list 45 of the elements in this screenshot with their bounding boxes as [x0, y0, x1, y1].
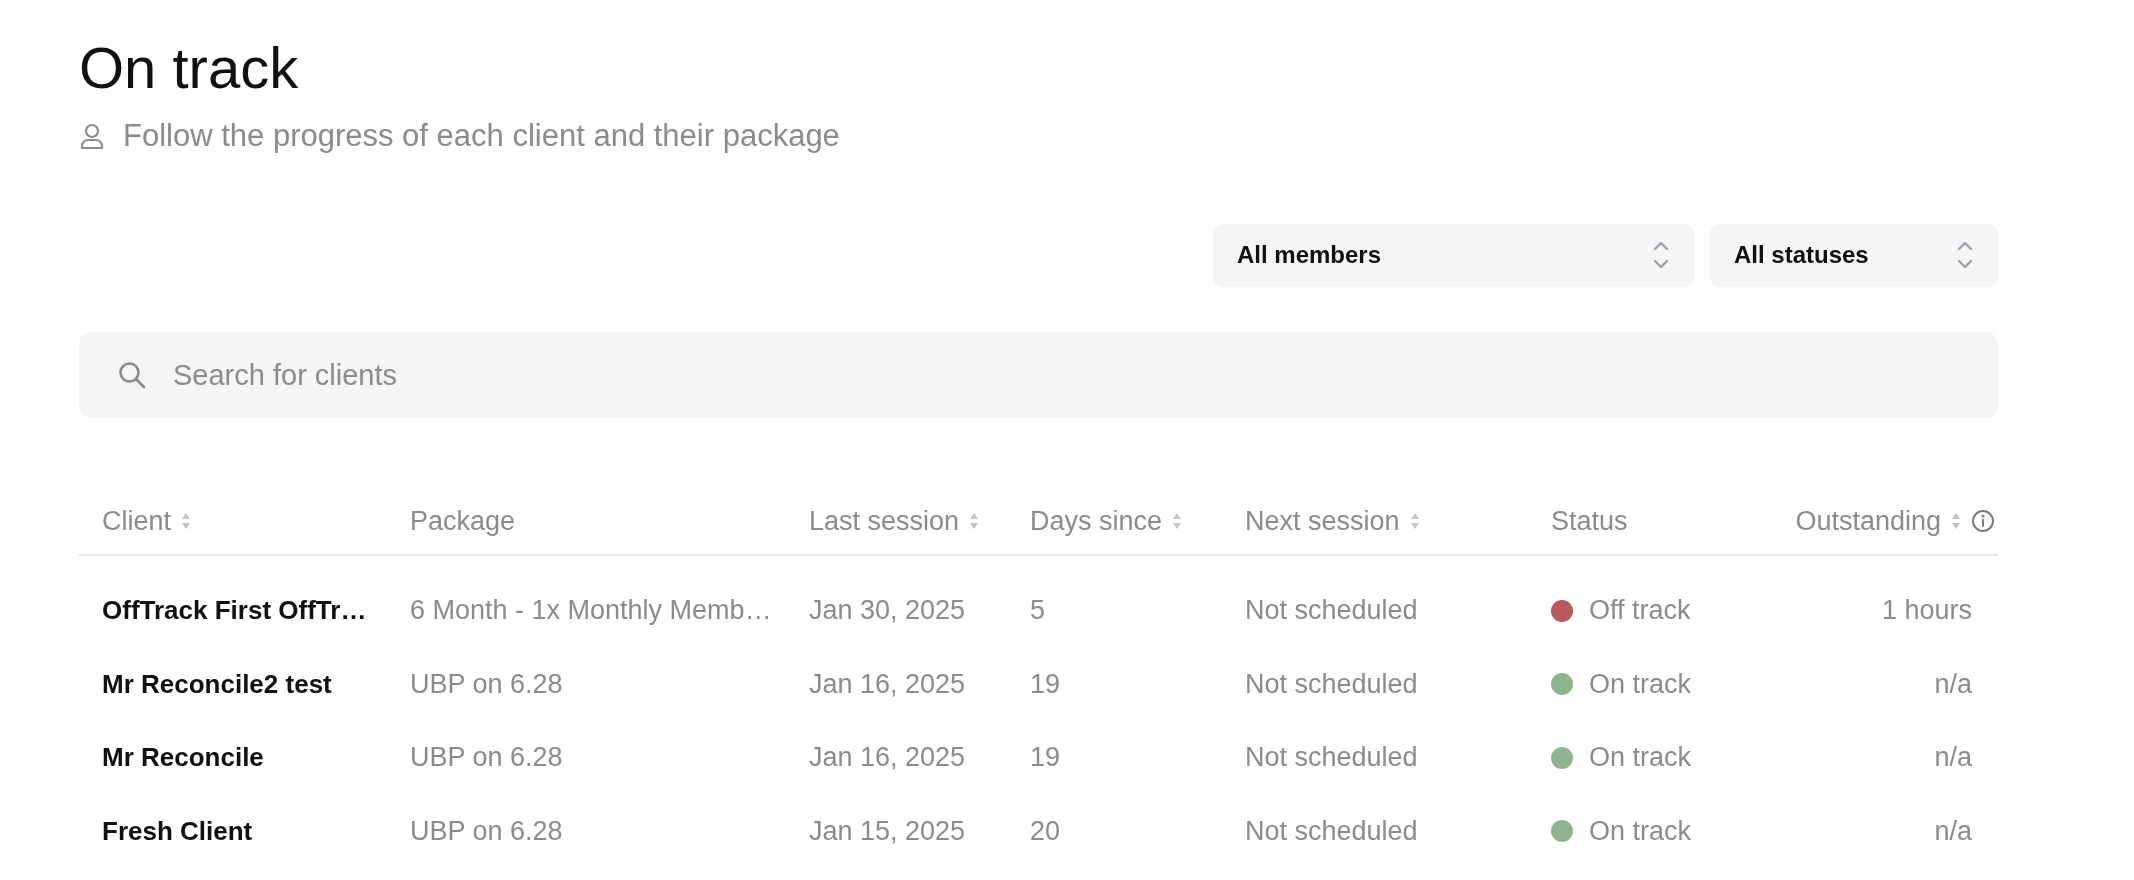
days-since: 5 — [1030, 595, 1046, 626]
last-session-date: Jan 15, 2025 — [809, 815, 966, 846]
sort-icon[interactable] — [1951, 512, 1961, 530]
sort-icon[interactable] — [969, 512, 980, 530]
next-session: Not scheduled — [1245, 742, 1418, 773]
outstanding-hours: n/a — [1934, 668, 1972, 699]
outstanding-hours: 1 hours — [1881, 595, 1972, 626]
last-session-date: Jan 30, 2025 — [809, 595, 966, 626]
package-name: 6 Month - 1x Monthly Memb… — [410, 595, 772, 626]
client-name[interactable]: OffTrack First OffTr… — [102, 595, 367, 626]
chevron-up-down-icon — [1956, 240, 1974, 270]
status-label: Off track — [1589, 595, 1691, 627]
sort-icon[interactable] — [1172, 512, 1183, 530]
days-since: 20 — [1030, 815, 1061, 846]
client-name[interactable]: Mr Reconcile2 test — [102, 668, 332, 699]
info-icon[interactable] — [1971, 509, 1995, 533]
search-field[interactable]: Search for clients — [79, 332, 1998, 418]
next-session: Not scheduled — [1245, 815, 1418, 846]
chevron-up-down-icon — [1652, 240, 1670, 270]
status-label: On track — [1589, 742, 1692, 774]
days-since: 19 — [1030, 742, 1061, 773]
page-title: On track — [79, 36, 300, 100]
client-name[interactable]: Mr Reconcile — [102, 742, 264, 773]
sort-icon[interactable] — [1409, 512, 1420, 530]
outstanding-hours: n/a — [1934, 815, 1972, 846]
sort-icon[interactable] — [181, 512, 192, 530]
page-subtitle: Follow the progress of each client and their package — [123, 118, 840, 154]
package-name: UBP on 6.28 — [410, 815, 563, 846]
filter-dropdown[interactable]: All members — [1213, 224, 1694, 286]
days-since: 19 — [1030, 668, 1061, 699]
client-name[interactable]: Fresh Client — [102, 815, 253, 846]
person-icon — [79, 122, 105, 150]
package-name: UBP on 6.28 — [410, 668, 563, 699]
status-label: On track — [1589, 668, 1692, 700]
search-icon — [117, 360, 147, 390]
next-session: Not scheduled — [1245, 668, 1418, 699]
package-name: UBP on 6.28 — [410, 742, 563, 773]
next-session: Not scheduled — [1245, 595, 1418, 626]
status-label: On track — [1589, 815, 1692, 847]
last-session-date: Jan 16, 2025 — [809, 668, 966, 699]
filter-dropdown[interactable]: All statuses — [1710, 224, 1998, 286]
outstanding-hours: n/a — [1934, 742, 1972, 773]
column-header: Package — [410, 505, 516, 537]
last-session-date: Jan 16, 2025 — [809, 742, 966, 773]
column-header: Status — [1551, 505, 1628, 537]
